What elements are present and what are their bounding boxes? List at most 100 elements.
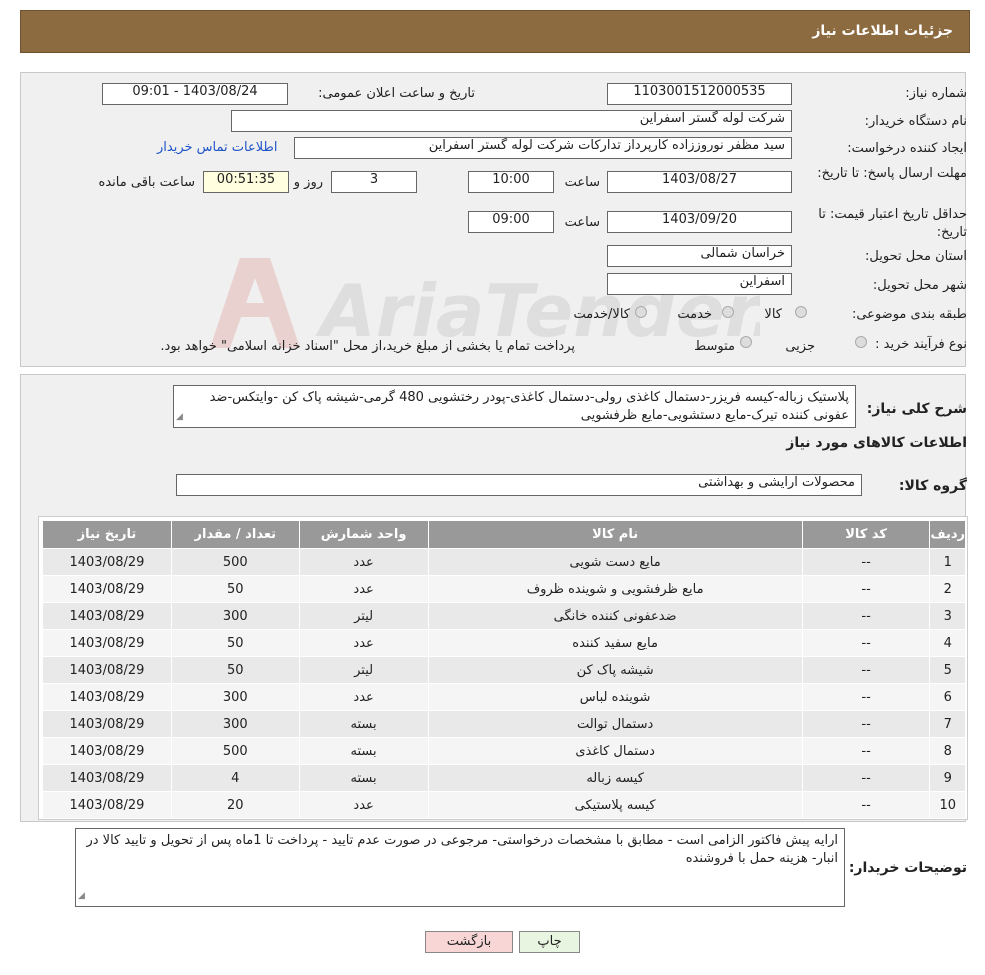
cell-unit: عدد (298, 548, 429, 576)
creator-label: ایجاد کننده درخواست: (847, 141, 967, 156)
cell-qty: 20 (170, 791, 300, 819)
validity-date-field: 1403/09/20 (607, 211, 792, 233)
cell-name: شوینده لباس (427, 683, 803, 711)
validity-label: حداقل تاریخ اعتبار قیمت: تا تاریخ: (818, 207, 967, 240)
table-row: 6 -- شوینده لباس عدد 300 1403/08/29 (42, 683, 966, 711)
cell-name: کیسه زباله (427, 764, 803, 792)
cell-unit: عدد (298, 791, 429, 819)
remaining-time-field: 00:51:35 (203, 171, 289, 193)
category-radio-goods-service[interactable] (635, 306, 647, 318)
cell-unit: بسته (298, 737, 429, 765)
city-field: اسفراین (607, 273, 792, 295)
cell-code: -- (801, 575, 931, 603)
cell-code: -- (801, 629, 931, 657)
col-qty: تعداد / مقدار (170, 520, 300, 549)
cell-unit: بسته (298, 710, 429, 738)
cell-name: مایع سفید کننده (427, 629, 803, 657)
cell-unit: لیتر (298, 602, 429, 630)
cell-date: 1403/08/29 (42, 602, 172, 630)
cell-qty: 50 (170, 629, 300, 657)
cell-row: 9 (929, 764, 966, 792)
col-date: تاریخ نیاز (42, 520, 172, 549)
process-option-minor: جزیی (785, 339, 815, 354)
cell-qty: 50 (170, 656, 300, 684)
process-radio-medium[interactable] (740, 336, 752, 348)
province-label: استان محل تحویل: (865, 249, 967, 264)
buyer-field: شرکت لوله گستر اسفراین (231, 110, 792, 132)
page-title: جزئیات اطلاعات نیاز (812, 23, 953, 39)
summary-text: پلاستیک زباله-کیسه فریزر-دستمال کاغذی رو… (209, 390, 849, 423)
buyer-contact-link[interactable]: اطلاعات تماس خریدار (157, 140, 277, 155)
col-code: کد کالا (801, 520, 931, 549)
cell-name: کیسه پلاستیکی (427, 791, 803, 819)
cell-qty: 300 (170, 710, 300, 738)
city-label: شهر محل تحویل: (872, 278, 967, 293)
need-number-field: 1103001512000535 (607, 83, 792, 105)
cell-qty: 4 (170, 764, 300, 792)
days-label: روز و (293, 175, 323, 190)
cell-date: 1403/08/29 (42, 683, 172, 711)
process-option-medium: متوسط (694, 339, 735, 354)
cell-date: 1403/08/29 (42, 656, 172, 684)
cell-code: -- (801, 656, 931, 684)
resize-grip-icon[interactable]: ◢ (78, 887, 85, 905)
deadline-time-field: 10:00 (468, 171, 554, 193)
resize-grip-icon[interactable]: ◢ (176, 408, 183, 426)
cell-row: 5 (929, 656, 966, 684)
table-row: 2 -- مایع ظرفشویی و شوینده ظروف عدد 50 1403/0… (42, 575, 966, 603)
col-unit: واحد شمارش (298, 520, 429, 549)
announce-label: تاریخ و ساعت اعلان عمومی: (318, 86, 475, 101)
cell-unit: عدد (298, 575, 429, 603)
cell-name: ضدعفونی کننده خانگی (427, 602, 803, 630)
summary-label: شرح کلی نیاز: (866, 401, 967, 417)
back-button[interactable]: بازگشت (425, 931, 513, 953)
goods-section-title: اطلاعات کالاهای مورد نیاز (786, 435, 967, 451)
cell-code: -- (801, 764, 931, 792)
table-row: 9 -- کیسه زباله بسته 4 1403/08/29 (42, 764, 966, 792)
days-field: 3 (331, 171, 417, 193)
remaining-label: ساعت باقی مانده (98, 175, 195, 190)
cell-code: -- (801, 602, 931, 630)
table-row: 1 -- مایع دست شویی عدد 500 1403/08/29 (42, 548, 966, 576)
cell-date: 1403/08/29 (42, 575, 172, 603)
summary-textarea: پلاستیک زباله-کیسه فریزر-دستمال کاغذی رو… (173, 385, 856, 428)
page-header: جزئیات اطلاعات نیاز (20, 10, 970, 53)
table-row: 7 -- دستمال توالت بسته 300 1403/08/29 (42, 710, 966, 738)
cell-unit: لیتر (298, 656, 429, 684)
table-row: 10 -- کیسه پلاستیکی عدد 20 1403/08/29 (42, 791, 966, 819)
cell-qty: 500 (170, 548, 300, 576)
cell-code: -- (801, 683, 931, 711)
goods-group-label: گروه کالا: (898, 478, 967, 494)
province-field: خراسان شمالی (607, 245, 792, 267)
cell-qty: 300 (170, 602, 300, 630)
cell-row: 4 (929, 629, 966, 657)
print-button[interactable]: چاپ (519, 931, 580, 953)
cell-row: 10 (929, 791, 966, 819)
cell-qty: 500 (170, 737, 300, 765)
goods-table: ردیف کد کالا نام کالا واحد شمارش تعداد /… (42, 520, 966, 819)
cell-code: -- (801, 548, 931, 576)
cell-row: 2 (929, 575, 966, 603)
cell-row: 1 (929, 548, 966, 576)
category-radio-goods[interactable] (795, 306, 807, 318)
category-option-goods: کالا (764, 307, 782, 322)
cell-code: -- (801, 737, 931, 765)
cell-row: 6 (929, 683, 966, 711)
cell-name: دستمال کاغذی (427, 737, 803, 765)
process-label: نوع فرآیند خرید : (875, 337, 967, 352)
category-radio-service[interactable] (722, 306, 734, 318)
process-note: پرداخت تمام یا بخشی از مبلغ خرید،از محل … (160, 339, 575, 354)
col-name: نام کالا (427, 520, 803, 549)
need-number-label: شماره نیاز: (905, 86, 967, 101)
cell-name: مایع ظرفشویی و شوینده ظروف (427, 575, 803, 603)
cell-date: 1403/08/29 (42, 629, 172, 657)
cell-row: 3 (929, 602, 966, 630)
buyer-label: نام دستگاه خریدار: (864, 114, 967, 129)
validity-time-field: 09:00 (468, 211, 554, 233)
goods-table-header: ردیف کد کالا نام کالا واحد شمارش تعداد /… (42, 520, 966, 549)
buyer-notes-textarea: ارایه پیش فاکتور الزامی است - مطابق با م… (75, 828, 845, 907)
cell-code: -- (801, 791, 931, 819)
goods-group-field: محصولات آرایشی و بهداشتی (176, 474, 862, 496)
validity-time-label: ساعت (564, 215, 600, 230)
process-radio-minor[interactable] (855, 336, 867, 348)
